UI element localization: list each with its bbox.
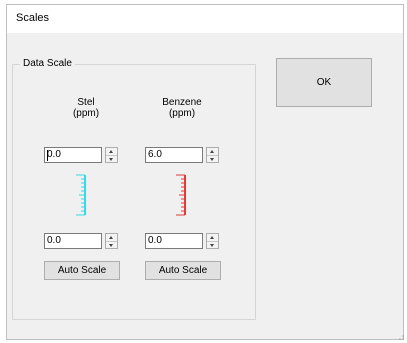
arrow-up-icon <box>210 150 214 153</box>
spin-down-button[interactable] <box>106 241 117 249</box>
spin-up-button[interactable] <box>106 148 117 155</box>
arrow-up-icon <box>109 236 113 239</box>
arrow-down-icon <box>210 158 214 161</box>
benzene-min-input[interactable]: 0.0 <box>145 233 203 249</box>
column-label-stel: Stel (ppm) <box>53 97 119 119</box>
column-unit: (ppm) <box>72 108 100 119</box>
window-title: Scales <box>16 12 50 24</box>
arrow-up-icon <box>210 236 214 239</box>
stel-max-spinner[interactable]: 0.0 <box>44 147 120 163</box>
ok-button[interactable]: OK <box>276 58 372 107</box>
benzene-auto-scale-button[interactable]: Auto Scale <box>145 261 221 280</box>
data-scale-group-label: Data Scale <box>20 58 75 69</box>
benzene-min-spinner[interactable]: 0.0 <box>145 233 221 249</box>
title-bar[interactable]: Scales <box>7 5 403 33</box>
spin-up-button[interactable] <box>106 234 117 241</box>
text-caret <box>47 150 48 161</box>
stel-max-spin-buttons <box>105 147 118 163</box>
benzene-scale-bar <box>176 174 186 216</box>
spin-down-button[interactable] <box>207 155 218 163</box>
column-name: Benzene <box>162 97 202 108</box>
column-unit: (ppm) <box>168 108 196 119</box>
stel-max-input[interactable]: 0.0 <box>44 147 102 163</box>
column-label-benzene: Benzene (ppm) <box>149 97 215 119</box>
column-name: Stel <box>77 97 95 108</box>
spin-down-button[interactable] <box>207 241 218 249</box>
data-scale-group <box>12 64 256 320</box>
arrow-down-icon <box>210 244 214 247</box>
spin-up-button[interactable] <box>207 234 218 241</box>
benzene-min-spin-buttons <box>206 233 219 249</box>
arrow-down-icon <box>109 158 113 161</box>
benzene-max-spinner[interactable]: 6.0 <box>145 147 221 163</box>
arrow-down-icon <box>109 244 113 247</box>
arrow-up-icon <box>109 150 113 153</box>
benzene-max-input[interactable]: 6.0 <box>145 147 203 163</box>
stel-scale-bar <box>76 174 86 216</box>
stel-min-spin-buttons <box>105 233 118 249</box>
spin-up-button[interactable] <box>207 148 218 155</box>
resize-grip-icon[interactable] <box>395 331 405 341</box>
stel-auto-scale-button[interactable]: Auto Scale <box>44 261 120 280</box>
stel-min-spinner[interactable]: 0.0 <box>44 233 120 249</box>
stel-min-input[interactable]: 0.0 <box>44 233 102 249</box>
benzene-max-spin-buttons <box>206 147 219 163</box>
spin-down-button[interactable] <box>106 155 117 163</box>
